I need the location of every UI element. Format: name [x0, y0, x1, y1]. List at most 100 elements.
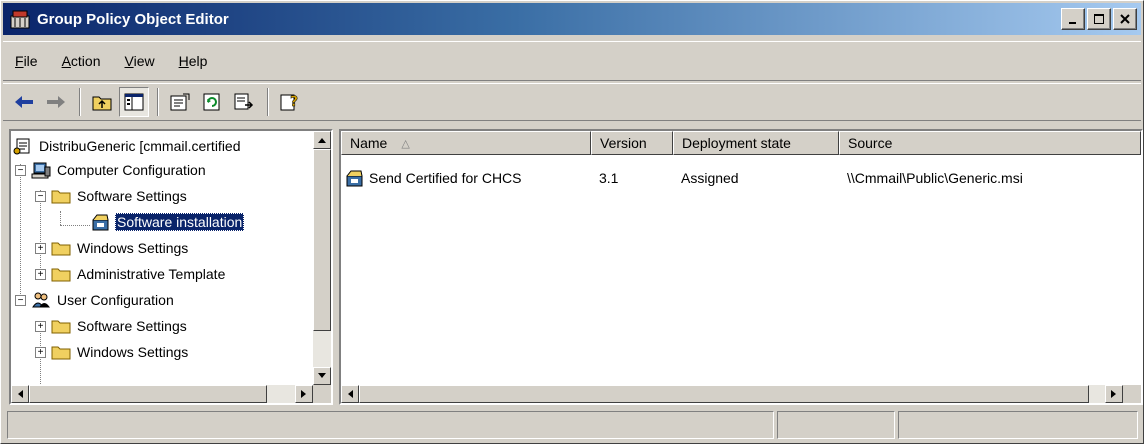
- arrow-left-icon: [348, 390, 353, 398]
- tree-item-cc-administrative-templates[interactable]: Administrative Template: [51, 261, 227, 287]
- tree-item-user-configuration[interactable]: User Configuration: [31, 287, 176, 313]
- menu-view[interactable]: View: [113, 53, 167, 69]
- expander-uc-windows-settings[interactable]: +: [35, 347, 46, 358]
- scroll-right-button[interactable]: [1105, 385, 1123, 403]
- forward-button[interactable]: [41, 87, 71, 117]
- tree-item-cc-software-settings[interactable]: Software Settings: [51, 183, 189, 209]
- help-button[interactable]: ?: [275, 87, 305, 117]
- scroll-corner: [1123, 385, 1141, 403]
- sort-ascending-icon: △: [401, 137, 410, 150]
- tree-horizontal-scroll-thumb[interactable]: [29, 385, 267, 403]
- status-panel-3: [898, 411, 1138, 439]
- scroll-down-button[interactable]: [313, 367, 331, 385]
- folder-icon: [51, 346, 71, 360]
- toolbar-separator: [79, 88, 81, 116]
- export-list-button[interactable]: [229, 87, 259, 117]
- properties-button[interactable]: [165, 87, 195, 117]
- column-header-version[interactable]: Version: [591, 131, 673, 155]
- menu-bar: File Action View Help: [3, 41, 1141, 81]
- cell-version: 3.1: [599, 170, 619, 186]
- up-one-level-button[interactable]: [87, 87, 117, 117]
- refresh-button[interactable]: [197, 87, 227, 117]
- window-controls: [1059, 8, 1137, 30]
- tree-connector: [60, 225, 90, 226]
- users-icon: [32, 292, 50, 308]
- tree-vertical-scroll-thumb[interactable]: [313, 149, 331, 331]
- close-icon: [1120, 14, 1130, 24]
- back-button[interactable]: [9, 87, 39, 117]
- details-pane: Name △ Version Deployment state Source S…: [339, 129, 1143, 405]
- folder-icon: [51, 190, 71, 204]
- menu-action[interactable]: Action: [50, 53, 113, 69]
- window-title: Group Policy Object Editor: [37, 10, 229, 28]
- console-tree-icon: [124, 93, 144, 111]
- arrow-right-icon: [1111, 390, 1116, 398]
- software-package-icon: [92, 214, 109, 231]
- minimize-icon: [1069, 22, 1076, 24]
- arrow-right-icon: [301, 390, 306, 398]
- up-folder-icon: [92, 96, 112, 111]
- refresh-icon: [203, 93, 220, 111]
- tree-connector: [60, 211, 61, 225]
- show-hide-tree-button[interactable]: [119, 87, 149, 117]
- list-header: Name △ Version Deployment state Source: [341, 131, 1141, 155]
- expander-uc-software-settings[interactable]: +: [35, 321, 46, 332]
- toolbar-separator: [267, 88, 269, 116]
- arrow-up-icon: [318, 138, 326, 143]
- export-list-icon: [234, 93, 254, 110]
- list-horizontal-scroll-thumb[interactable]: [359, 385, 1089, 403]
- computer-icon: [31, 162, 51, 179]
- tree-horizontal-scrollbar[interactable]: [11, 385, 313, 403]
- column-header-source[interactable]: Source: [839, 131, 1141, 155]
- maximize-button[interactable]: [1087, 8, 1111, 30]
- tree-connector: [40, 190, 41, 278]
- folder-icon: [51, 320, 71, 334]
- title-bar[interactable]: Group Policy Object Editor: [3, 3, 1141, 35]
- cell-name: Send Certified for CHCS: [341, 169, 591, 187]
- arrow-left-icon: [18, 390, 23, 398]
- scroll-left-button[interactable]: [341, 385, 359, 403]
- expander-cc-software-settings[interactable]: −: [35, 191, 46, 202]
- folder-icon: [51, 268, 71, 282]
- cell-source: \\Cmmail\Public\Generic.msi: [847, 170, 1023, 186]
- expander-cc-windows-settings[interactable]: +: [35, 243, 46, 254]
- tree-item-cc-windows-settings[interactable]: Windows Settings: [51, 235, 190, 261]
- maximize-icon: [1094, 14, 1104, 24]
- status-bar: [7, 411, 1141, 439]
- tree-item-software-installation[interactable]: Software installation: [91, 209, 245, 235]
- scroll-up-button[interactable]: [313, 131, 331, 149]
- help-icon: ?: [280, 94, 298, 111]
- tree-item-root[interactable]: DistribuGeneric [cmmail.certified: [13, 133, 243, 159]
- scroll-corner: [313, 385, 331, 403]
- menu-help[interactable]: Help: [167, 53, 220, 69]
- back-arrow-icon: [15, 96, 33, 108]
- policy-scroll-icon: [13, 138, 30, 155]
- list-horizontal-scrollbar[interactable]: [341, 385, 1123, 403]
- expander-computer-config[interactable]: −: [15, 165, 26, 176]
- scroll-left-button[interactable]: [11, 385, 29, 403]
- expander-user-config[interactable]: −: [15, 295, 26, 306]
- close-button[interactable]: [1113, 8, 1137, 30]
- table-row[interactable]: Send Certified for CHCS 3.1 Assigned \\C…: [341, 165, 1129, 191]
- tree-item-computer-configuration[interactable]: Computer Configuration: [31, 157, 208, 183]
- console-tree-pane: DistribuGeneric [cmmail.certified − Comp…: [9, 129, 333, 405]
- toolbar-separator: [157, 88, 159, 116]
- group-policy-icon: [10, 10, 30, 29]
- minimize-button[interactable]: [1061, 8, 1085, 30]
- tree-item-uc-software-settings[interactable]: Software Settings: [51, 313, 189, 339]
- menu-file[interactable]: File: [3, 53, 50, 69]
- forward-arrow-icon: [47, 96, 65, 108]
- console-tree[interactable]: DistribuGeneric [cmmail.certified − Comp…: [11, 131, 313, 385]
- status-panel-2: [777, 411, 896, 439]
- tree-vertical-scrollbar[interactable]: [313, 131, 331, 385]
- column-header-name[interactable]: Name △: [341, 131, 591, 155]
- svg-text:?: ?: [290, 94, 298, 110]
- column-header-deployment-state[interactable]: Deployment state: [673, 131, 839, 155]
- status-panel-main: [7, 411, 775, 439]
- properties-icon: [170, 93, 190, 111]
- tree-connector: [20, 164, 21, 298]
- tree-item-uc-windows-settings[interactable]: Windows Settings: [51, 339, 190, 365]
- expander-cc-admin-templates[interactable]: +: [35, 269, 46, 280]
- scroll-right-button[interactable]: [295, 385, 313, 403]
- main-window: Group Policy Object Editor File Action V…: [0, 0, 1144, 444]
